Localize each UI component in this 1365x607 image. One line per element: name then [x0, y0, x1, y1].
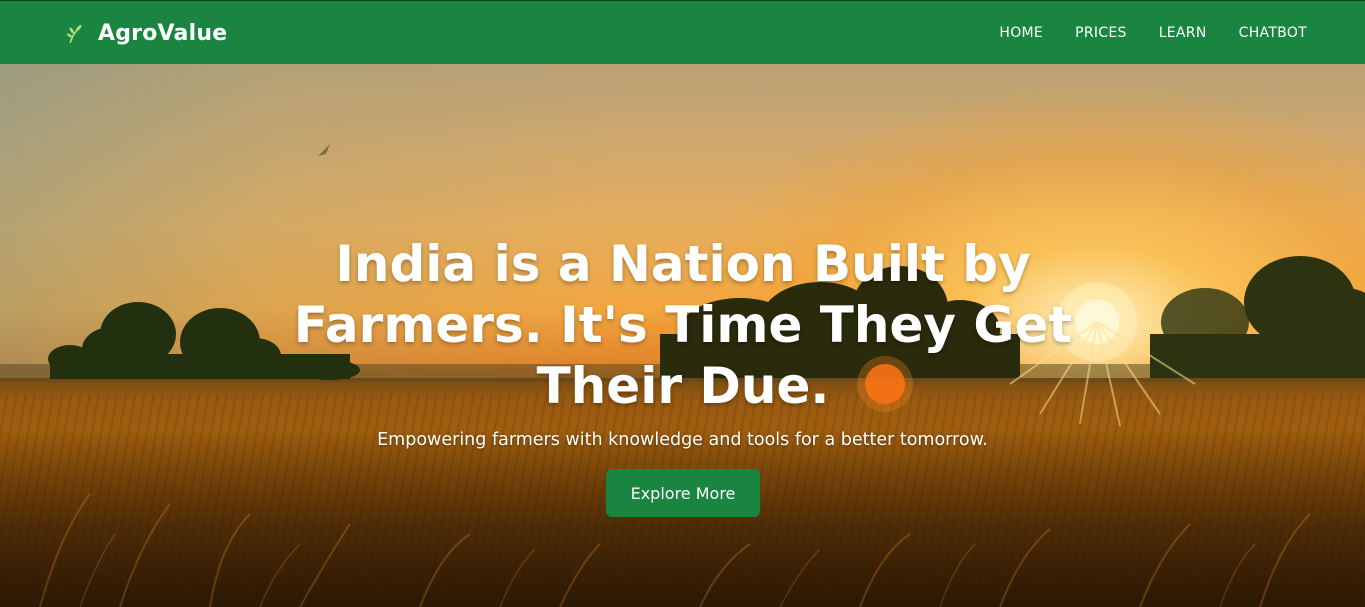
leaf-sprout-icon [66, 24, 82, 43]
hero-section: India is a Nation Built by Farmers. It's… [0, 64, 1365, 607]
nav-link-prices[interactable]: PRICES [1075, 25, 1127, 41]
nav-links: HOME PRICES LEARN CHATBOT [999, 1, 1307, 65]
explore-more-button[interactable]: Explore More [606, 469, 760, 517]
brand-logo-link[interactable]: AgroValue [64, 1, 227, 65]
nav-link-home[interactable]: HOME [999, 25, 1043, 41]
nav-link-chatbot[interactable]: CHATBOT [1239, 25, 1307, 41]
hero-subtitle: Empowering farmers with knowledge and to… [377, 430, 988, 450]
brand-name: AgroValue [98, 20, 228, 46]
top-navbar: AgroValue HOME PRICES LEARN CHATBOT [0, 0, 1365, 64]
hero-title: India is a Nation Built by Farmers. It's… [293, 235, 1073, 415]
page: AgroValue HOME PRICES LEARN CHATBOT Indi… [0, 0, 1365, 607]
nav-link-learn[interactable]: LEARN [1159, 25, 1207, 41]
